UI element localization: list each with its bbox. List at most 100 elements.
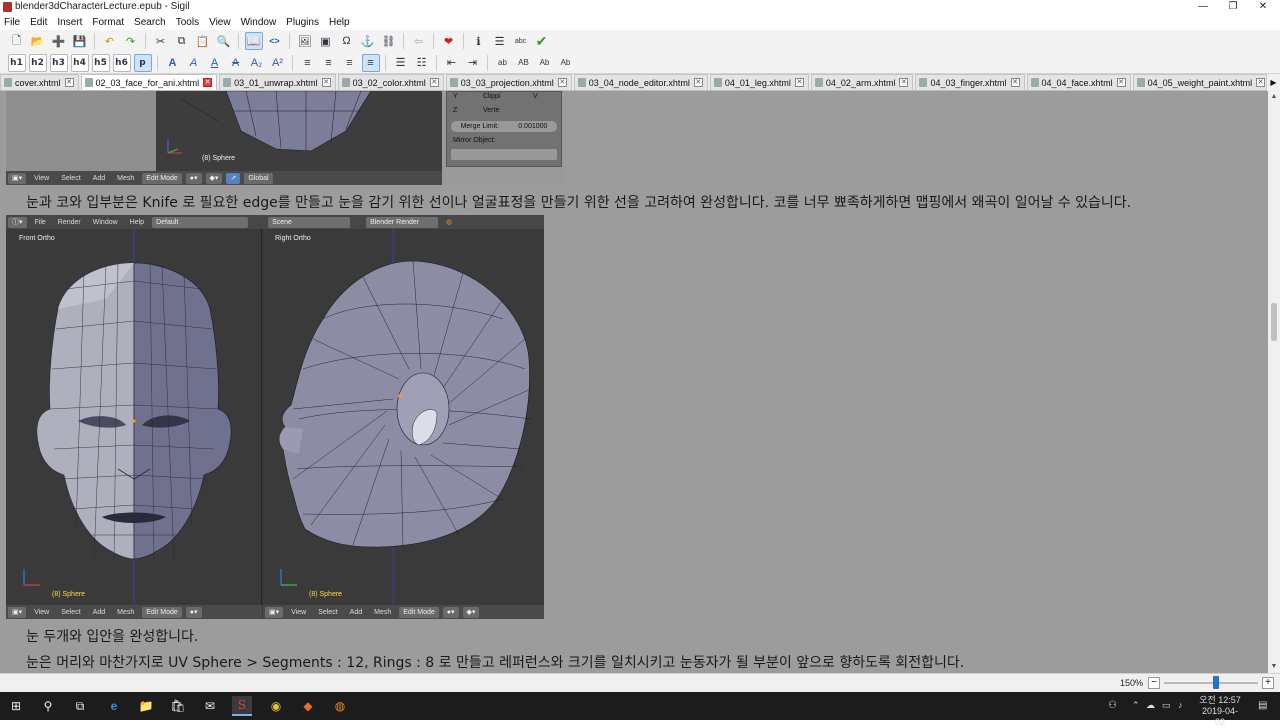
info-editor-type-button[interactable]: ⓘ▾	[8, 216, 27, 228]
orientation-select[interactable]: Global	[244, 172, 273, 184]
mirror-object-field[interactable]	[451, 149, 557, 160]
numbered-list-icon[interactable]: ☷	[413, 54, 431, 72]
footer-menu-mesh[interactable]: Mesh	[374, 609, 391, 616]
merge-limit-field[interactable]: Merge Limit: 0.001000	[451, 121, 557, 132]
toc-icon[interactable]: ☰	[491, 32, 509, 50]
footer-menu-add[interactable]: Add	[350, 609, 362, 616]
edge-browser-icon[interactable]: e	[104, 696, 124, 716]
menu-view[interactable]: View	[209, 17, 231, 28]
onedrive-icon[interactable]: ☁	[1146, 700, 1155, 711]
close-button[interactable]: ✕	[1246, 0, 1280, 14]
footer-menu-select[interactable]: Select	[61, 609, 80, 616]
chrome-icon[interactable]: ◉	[266, 696, 286, 716]
titlecase-icon[interactable]: Ab	[536, 54, 554, 72]
add-file-icon[interactable]: ➕	[50, 32, 68, 50]
donate-heart-icon[interactable]: ❤	[440, 32, 458, 50]
close-tab-icon[interactable]: ✕	[557, 78, 567, 87]
file-tab[interactable]: 03_02_color.xhtml ✕	[337, 74, 444, 90]
special-char-icon[interactable]: Ω	[338, 32, 356, 50]
render-engine-select[interactable]: Blender Render	[366, 216, 439, 228]
network-icon[interactable]: ▭	[1162, 700, 1171, 711]
paragraph-button[interactable]: p	[133, 53, 152, 72]
close-tab-icon[interactable]: ✕	[1256, 78, 1266, 87]
start-icon[interactable]: ⊞	[6, 696, 26, 716]
menu-help[interactable]: Help	[329, 17, 350, 28]
redo-icon[interactable]: ↷	[122, 32, 140, 50]
document-vertical-scrollbar[interactable]: ▲ ▼	[1268, 91, 1280, 673]
footer-menu-view[interactable]: View	[34, 609, 49, 616]
header-menu-mesh[interactable]: Mesh	[117, 175, 134, 182]
bold-icon[interactable]: A	[164, 54, 182, 72]
zoom-in-button[interactable]: +	[1262, 677, 1274, 689]
blender-menu-file[interactable]: File	[35, 219, 46, 226]
tray-chevron-icon[interactable]: ⌃	[1132, 700, 1140, 711]
mail-icon[interactable]: ✉	[200, 696, 220, 716]
menu-plugins[interactable]: Plugins	[286, 17, 319, 28]
zoom-slider-track[interactable]	[1164, 682, 1258, 684]
link-icon[interactable]: ⛓	[380, 32, 398, 50]
front-ortho-viewport[interactable]: Front Ortho (8) Sphere	[6, 229, 262, 605]
file-tab[interactable]: cover.xhtml ✕	[0, 74, 79, 90]
zoom-out-button[interactable]: −	[1148, 677, 1160, 689]
italic-icon[interactable]: A	[185, 54, 203, 72]
close-tab-icon[interactable]: ✕	[1010, 78, 1020, 87]
new-file-icon[interactable]: 🗋	[8, 32, 26, 50]
align-right-icon[interactable]: ≡	[341, 54, 359, 72]
uppercase-icon[interactable]: AB	[515, 54, 533, 72]
footer-menu-select[interactable]: Select	[318, 609, 337, 616]
blender-menu-help[interactable]: Help	[130, 219, 144, 226]
book-view-icon[interactable]: 📖	[244, 32, 263, 50]
clock[interactable]: 오전 12:57 2019-04-02	[1198, 695, 1242, 728]
blender-menu-window[interactable]: Window	[93, 219, 118, 226]
shading-button[interactable]: ●▾	[185, 172, 202, 184]
insert-media-icon[interactable]: ▣	[317, 32, 335, 50]
heading-5-button[interactable]: h5	[91, 53, 110, 72]
file-tab[interactable]: 04_02_arm.xhtml ✕	[810, 74, 914, 90]
editor-type-button[interactable]: ▣▾	[8, 606, 27, 618]
blender-menu-render[interactable]: Render	[58, 219, 81, 226]
pivot-button[interactable]: ◆▾	[205, 172, 223, 184]
close-tab-icon[interactable]: ✕	[794, 78, 804, 87]
mirror-axis-z[interactable]: Z	[453, 107, 457, 114]
person-icon[interactable]: ⚇	[1108, 700, 1117, 711]
anchor-icon[interactable]: ⚓	[359, 32, 377, 50]
mode-select[interactable]: Edit Mode	[142, 172, 182, 184]
close-tab-icon[interactable]: ✕	[693, 78, 703, 87]
copy-icon[interactable]: ⧉	[173, 32, 191, 50]
scroll-down-icon[interactable]: ▼	[1268, 661, 1280, 673]
zoom-slider-thumb[interactable]	[1212, 676, 1219, 689]
file-tab[interactable]: 04_01_leg.xhtml ✕	[709, 74, 809, 90]
mirror-clipping[interactable]: Clippi	[483, 93, 501, 100]
manipulator-button[interactable]: ↗	[226, 172, 241, 184]
close-tab-icon[interactable]: ✕	[429, 78, 439, 87]
menu-insert[interactable]: Insert	[57, 17, 82, 28]
mode-select[interactable]: Edit Mode	[142, 606, 182, 618]
blender-app-icon[interactable]: ◍	[330, 696, 350, 716]
increase-indent-icon[interactable]: ⇥	[464, 54, 482, 72]
strikethrough-icon[interactable]: A	[227, 54, 245, 72]
minimize-button[interactable]: —	[1186, 0, 1220, 14]
media-app-icon[interactable]: ◆	[298, 696, 318, 716]
close-tab-icon[interactable]: ✕	[1116, 78, 1126, 87]
file-tab[interactable]: 04_04_face.xhtml ✕	[1026, 74, 1131, 90]
header-menu-view[interactable]: View	[34, 175, 49, 182]
align-center-icon[interactable]: ≡	[320, 54, 338, 72]
metadata-icon[interactable]: ℹ	[470, 32, 488, 50]
menu-tools[interactable]: Tools	[176, 17, 199, 28]
close-tab-icon[interactable]: ✕	[203, 78, 213, 87]
code-view-icon[interactable]: <>	[266, 32, 284, 50]
pivot-button[interactable]: ◆▾	[462, 606, 480, 618]
mirror-v[interactable]: V	[533, 93, 538, 100]
underline-icon[interactable]: A	[206, 54, 224, 72]
menu-edit[interactable]: Edit	[30, 17, 47, 28]
sentencecase-icon[interactable]: Ab	[557, 54, 575, 72]
maximize-button[interactable]: ❐	[1216, 0, 1250, 14]
sigil-app-icon[interactable]: S	[232, 696, 252, 716]
scroll-up-icon[interactable]: ▲	[1268, 91, 1280, 103]
header-menu-select[interactable]: Select	[61, 175, 80, 182]
find-icon[interactable]: 🔍	[215, 32, 233, 50]
book-view-document[interactable]: (8) Sphere ▣▾ View Select Add Mesh Edit …	[0, 91, 1268, 673]
bullet-list-icon[interactable]: ☰	[392, 54, 410, 72]
footer-menu-add[interactable]: Add	[93, 609, 105, 616]
lowercase-icon[interactable]: ab	[494, 54, 512, 72]
